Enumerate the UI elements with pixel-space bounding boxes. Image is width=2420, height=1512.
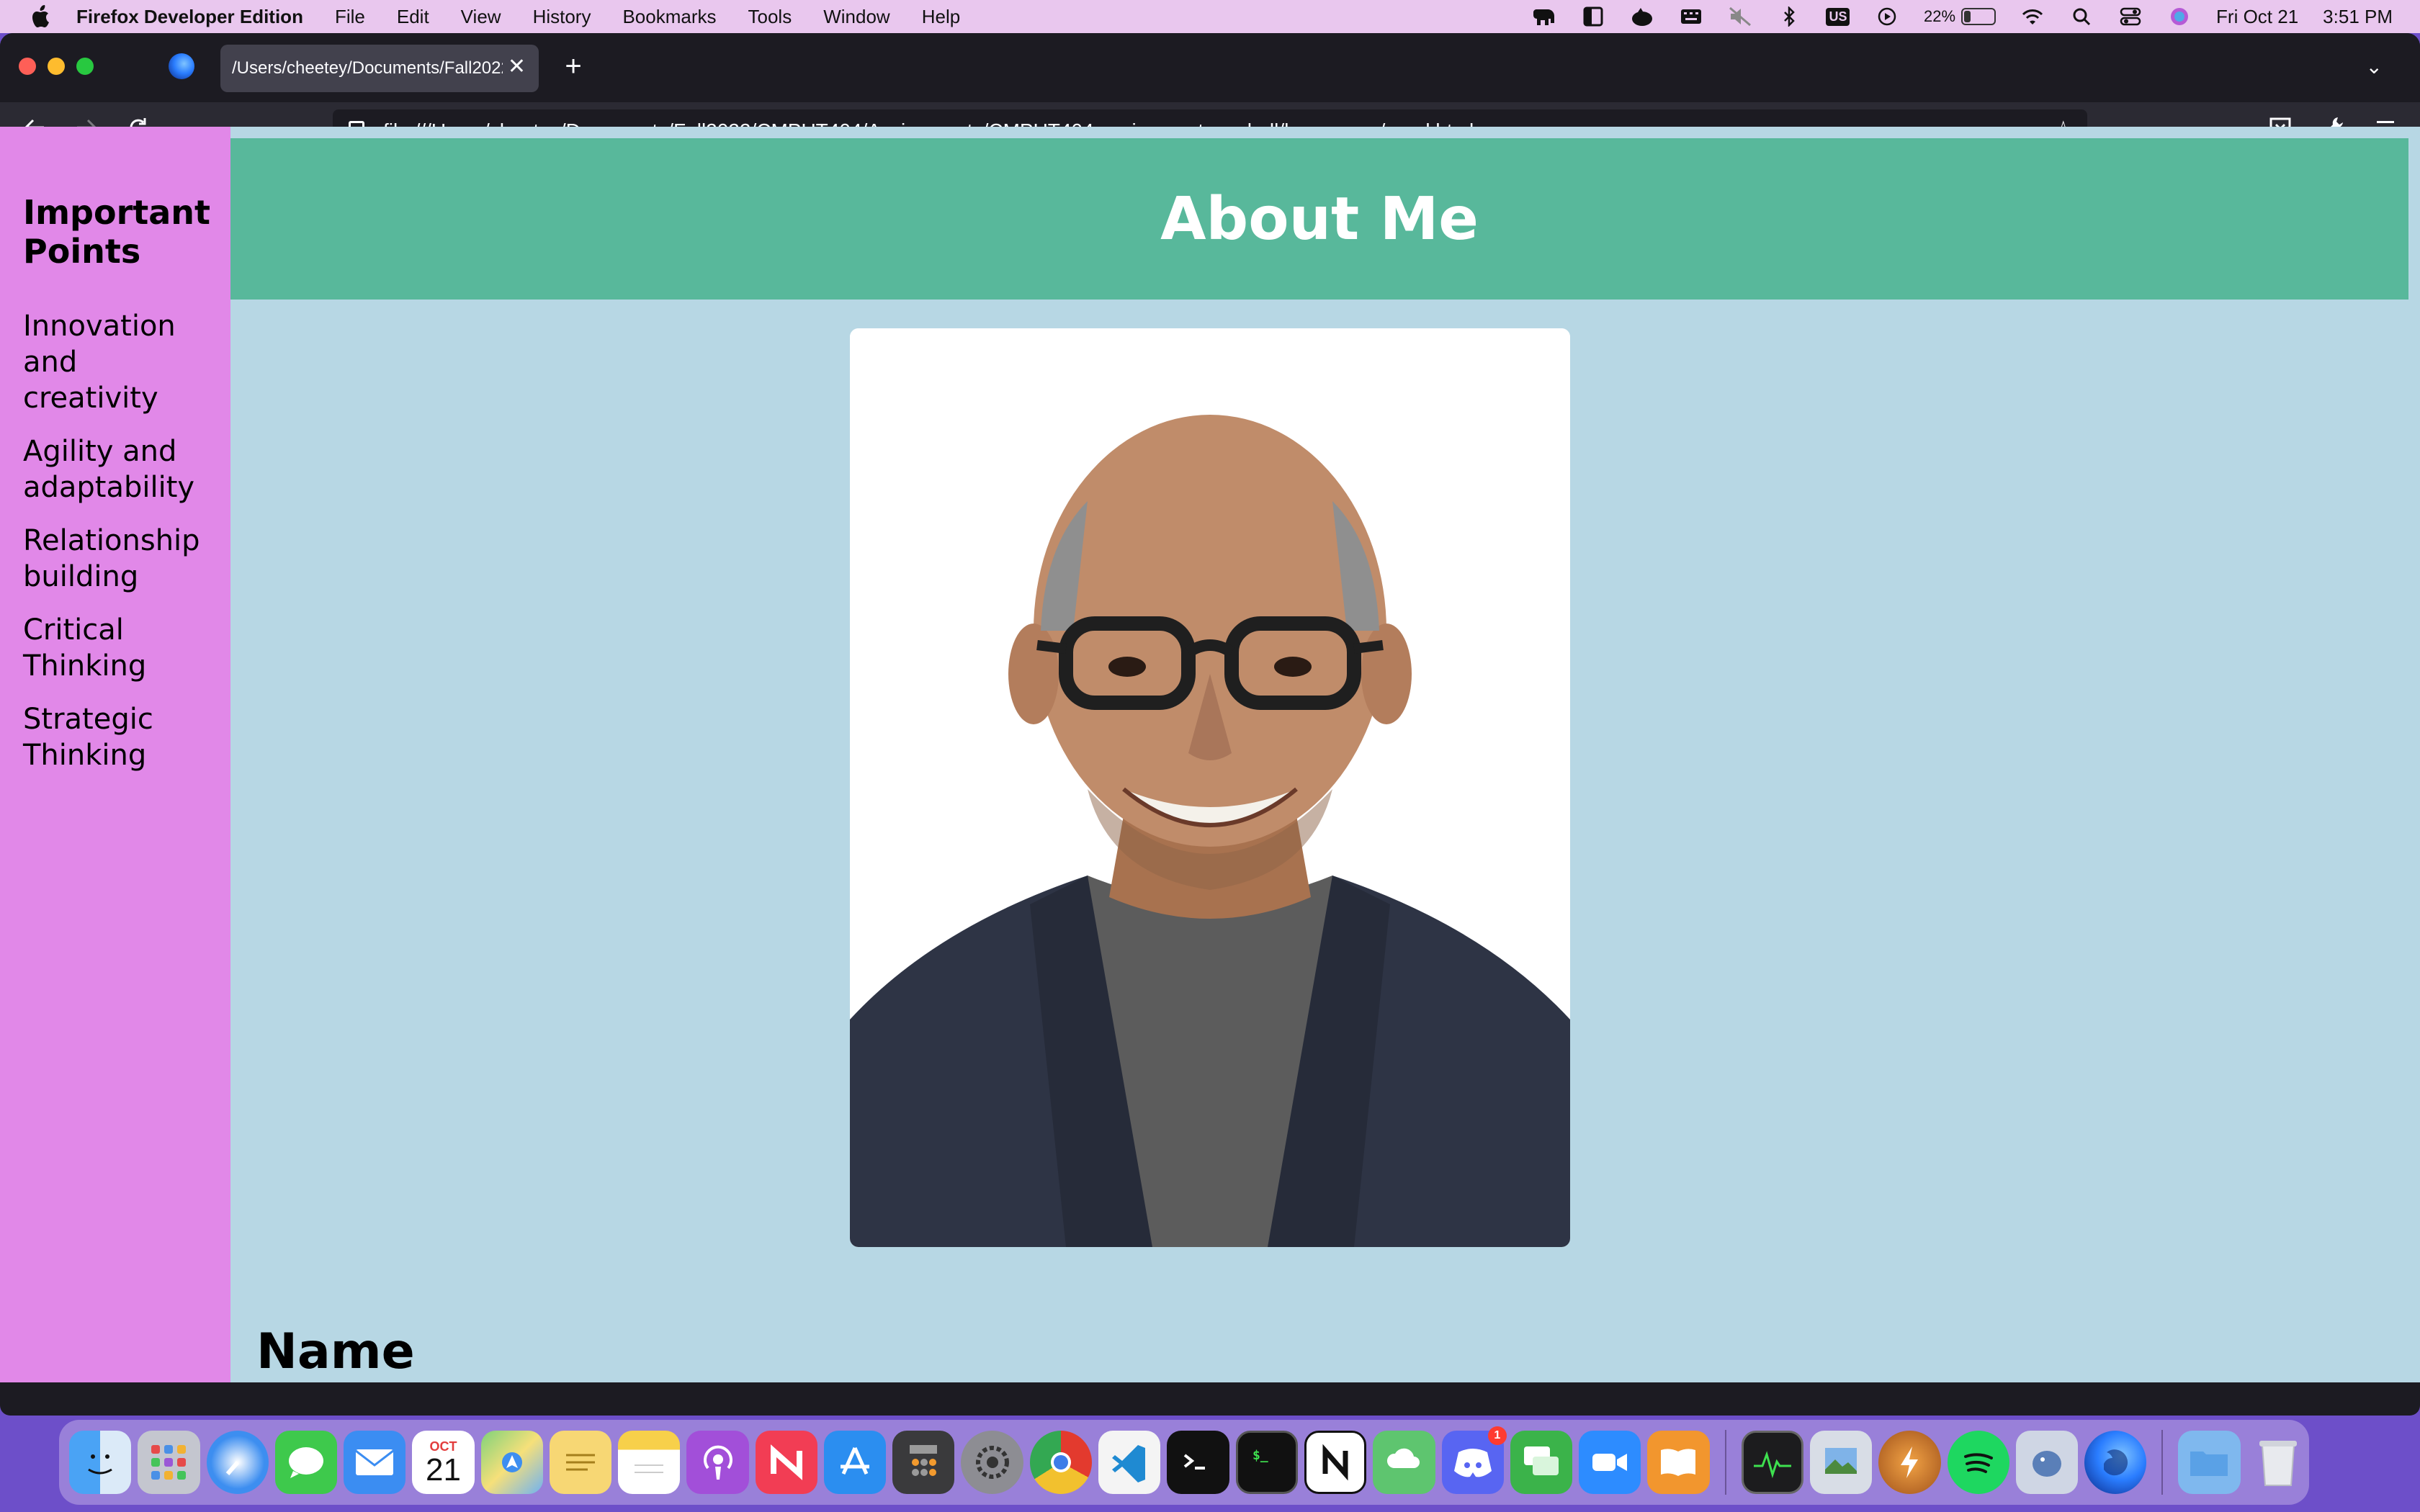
siri-icon[interactable] (2167, 6, 2192, 27)
point-item: Relationship building (23, 524, 200, 593)
menu-file[interactable]: File (335, 6, 365, 28)
about-banner: About Me (230, 138, 2408, 300)
wifi-icon[interactable] (2020, 6, 2045, 27)
battery-level-fill (1964, 11, 1971, 22)
dock-separator (2161, 1430, 2164, 1495)
sidebar-toggle-icon[interactable] (1581, 6, 1605, 27)
point-item: Innovation and creativity (23, 310, 176, 415)
zoom-window-button[interactable] (76, 58, 94, 75)
notion-icon[interactable] (1304, 1431, 1367, 1494)
mute-icon[interactable] (1728, 6, 1752, 27)
menu-bar: Firefox Developer Edition File Edit View… (0, 0, 2420, 33)
iterm-icon[interactable]: $_ (1235, 1431, 1298, 1494)
tab-strip: /Users/cheetey/Documents/Fall2022 ✕ + ⌄ (0, 33, 2420, 102)
trash-icon[interactable] (2247, 1431, 2309, 1494)
input-source-badge[interactable]: US (1826, 6, 1850, 27)
sidebar: Important Points Innovation and creativi… (0, 127, 230, 1382)
discord-notification-badge: 1 (1487, 1426, 1507, 1445)
launchpad-icon[interactable] (138, 1431, 200, 1494)
terminal-icon[interactable] (1167, 1431, 1229, 1494)
page-content: Important Points Innovation and creativi… (0, 127, 2420, 1382)
spotlight-search-icon[interactable] (2069, 6, 2094, 27)
firefox-view-icon[interactable] (169, 53, 194, 79)
system-preferences-icon[interactable] (961, 1431, 1023, 1494)
downloads-folder-icon[interactable] (2178, 1431, 2241, 1494)
close-window-button[interactable] (19, 58, 36, 75)
menu-view[interactable]: View (461, 6, 501, 28)
battery-icon (1961, 8, 1996, 25)
activity-monitor-icon[interactable] (1741, 1431, 1803, 1494)
page-title: About Me (1160, 184, 1479, 253)
chrome-icon[interactable] (1029, 1431, 1092, 1494)
point-item: Agility and adaptability (23, 435, 195, 504)
cloud-app-icon[interactable] (1373, 1431, 1435, 1494)
mail-icon[interactable] (344, 1431, 406, 1494)
active-tab[interactable]: /Users/cheetey/Documents/Fall2022 ✕ (220, 45, 539, 92)
dock: OCT 21 $_ 1 (59, 1420, 2309, 1505)
preview-icon[interactable] (1809, 1431, 1873, 1494)
tableplus-icon[interactable] (2015, 1431, 2079, 1494)
dock-separator (1724, 1430, 1726, 1495)
finder-icon[interactable] (69, 1431, 132, 1494)
books-icon[interactable] (1647, 1431, 1710, 1494)
messages-icon[interactable] (274, 1431, 338, 1494)
app-store-icon[interactable] (823, 1431, 887, 1494)
new-tab-button[interactable]: + (557, 52, 589, 84)
spotify-icon[interactable] (1947, 1431, 2009, 1494)
battery-status[interactable]: 22% (1924, 7, 1996, 26)
svg-text:$_: $_ (1252, 1448, 1268, 1463)
menu-history[interactable]: History (533, 6, 591, 28)
portrait-image (850, 328, 1570, 1247)
elephant-icon[interactable] (1532, 6, 1556, 27)
input-source-label: US (1826, 7, 1850, 26)
tab-close-icon[interactable]: ✕ (508, 56, 526, 78)
discord-icon[interactable]: 1 (1441, 1426, 1507, 1494)
zoom-icon[interactable] (1579, 1431, 1641, 1494)
reeder-icon[interactable] (1878, 1431, 1941, 1494)
keyboard-icon[interactable] (1679, 6, 1703, 27)
point-item: Critical Thinking (23, 613, 147, 683)
menu-window[interactable]: Window (823, 6, 889, 28)
tab-title: /Users/cheetey/Documents/Fall2022 (232, 58, 503, 78)
point-item: Strategic Thinking (23, 703, 153, 772)
stickies-icon[interactable] (549, 1431, 612, 1494)
calculator-icon[interactable] (892, 1431, 955, 1494)
safari-icon[interactable] (206, 1431, 269, 1494)
battery-percent: 22% (1923, 7, 1956, 25)
messenger-chat-icon[interactable] (1510, 1431, 1573, 1494)
menu-help[interactable]: Help (922, 6, 960, 28)
apple-menu-icon[interactable] (27, 2, 56, 31)
section-heading-name: Name (256, 1323, 415, 1380)
podcasts-icon[interactable] (686, 1431, 749, 1494)
menu-edit[interactable]: Edit (397, 6, 429, 28)
vscode-icon[interactable] (1098, 1431, 1161, 1494)
menubar-time[interactable]: 3:51 PM (2323, 6, 2393, 28)
minimize-window-button[interactable] (48, 58, 65, 75)
app-name-menu[interactable]: Firefox Developer Edition (76, 6, 303, 28)
news-icon[interactable] (755, 1431, 817, 1494)
maps-icon[interactable] (480, 1431, 543, 1494)
cat-icon[interactable] (1630, 6, 1654, 27)
sidebar-title: Important Points (23, 193, 211, 271)
list-all-tabs-icon[interactable]: ⌄ (2366, 55, 2383, 78)
calendar-icon[interactable]: OCT 21 (412, 1431, 475, 1494)
window-controls (19, 58, 94, 75)
calendar-day: 21 (425, 1452, 461, 1488)
menu-tools[interactable]: Tools (748, 6, 792, 28)
notes-icon[interactable] (618, 1431, 681, 1494)
menubar-date[interactable]: Fri Oct 21 (2216, 6, 2298, 28)
play-icon[interactable] (1875, 6, 1899, 27)
control-center-icon[interactable] (2118, 6, 2143, 27)
profile-photo (850, 328, 1570, 1247)
firefox-developer-icon[interactable] (2084, 1431, 2147, 1494)
bluetooth-icon[interactable] (1777, 6, 1801, 27)
menu-bookmarks[interactable]: Bookmarks (622, 6, 716, 28)
